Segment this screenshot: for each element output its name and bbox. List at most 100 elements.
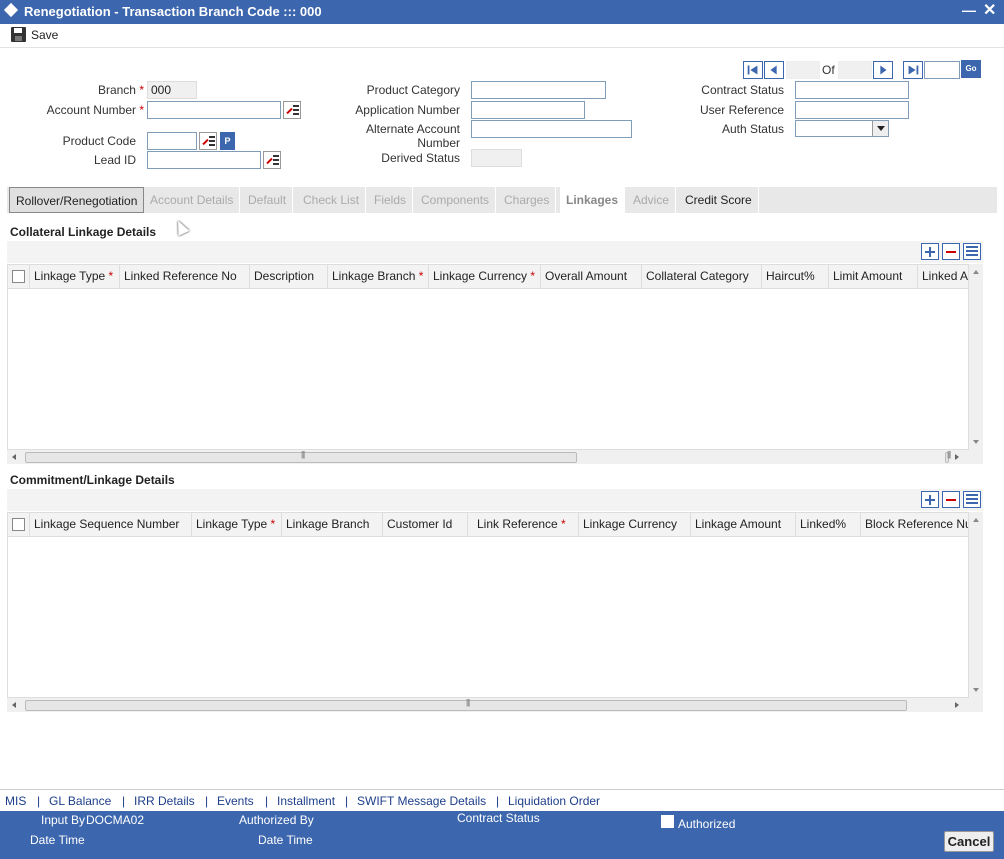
- commitment-col-customer-id[interactable]: Customer Id: [383, 513, 468, 537]
- collateral-delete-row-icon[interactable]: [942, 243, 960, 260]
- scroll-down-icon[interactable]: [973, 688, 979, 692]
- collateral-col-limit-amount[interactable]: Limit Amount: [829, 265, 918, 289]
- product-category-field[interactable]: [471, 81, 606, 99]
- scroll-right-icon[interactable]: [955, 702, 959, 708]
- collateral-col-description[interactable]: Description: [250, 265, 328, 289]
- goto-record-field[interactable]: [924, 61, 960, 79]
- link-irr-details[interactable]: IRR Details: [134, 794, 195, 808]
- link-installment[interactable]: Installment: [277, 794, 335, 808]
- commitment-col-linkage-sequence-number[interactable]: Linkage Sequence Number: [30, 513, 192, 537]
- branch-label: Branch: [60, 83, 144, 97]
- link-separator: |: [496, 794, 500, 808]
- account-number-field[interactable]: [147, 101, 281, 119]
- tab-components[interactable]: Components: [415, 187, 497, 213]
- collateral-col-linked-reference-no[interactable]: Linked Reference No: [120, 265, 250, 289]
- product-code-lookup-icon[interactable]: [199, 132, 217, 150]
- tab-default[interactable]: Default: [242, 187, 294, 213]
- chevron-down-icon[interactable]: [872, 121, 888, 136]
- audit-footer: Input By DOCMA02 Date Time Authorized By…: [0, 811, 1004, 859]
- previous-record-button[interactable]: [764, 61, 784, 79]
- product-category-label: Product Category: [366, 83, 460, 97]
- commitment-single-view-icon[interactable]: [963, 491, 981, 508]
- lead-id-label: Lead ID: [93, 153, 136, 167]
- derived-status-field: [471, 149, 522, 167]
- commitment-select-all-checkbox[interactable]: [12, 518, 25, 531]
- tab-account-details[interactable]: Account Details: [144, 187, 241, 213]
- collateral-col-collateral-category[interactable]: Collateral Category: [642, 265, 762, 289]
- commitment-add-row-icon[interactable]: [921, 491, 939, 508]
- contract-status-field[interactable]: [795, 81, 909, 99]
- collateral-select-all-checkbox[interactable]: [12, 270, 25, 283]
- collateral-horizontal-scrollbar[interactable]: [7, 450, 983, 464]
- product-code-field[interactable]: [147, 132, 197, 150]
- collateral-single-view-icon[interactable]: [963, 243, 981, 260]
- lead-id-lookup-icon[interactable]: [263, 151, 281, 169]
- auth-status-select[interactable]: [795, 120, 889, 137]
- tab-rollover-renegotiation[interactable]: Rollover/Renegotiation: [9, 187, 145, 213]
- commitment-grid-toolbar: [7, 489, 983, 511]
- link-swift-message-details[interactable]: SWIFT Message Details: [357, 794, 486, 808]
- commitment-col-linkage-amount[interactable]: Linkage Amount: [691, 513, 796, 537]
- branch-field[interactable]: 000: [147, 81, 197, 99]
- minimize-icon[interactable]: —: [962, 2, 976, 18]
- commitment-horizontal-scrollbar[interactable]: [7, 698, 983, 712]
- commitment-col-linkage-type[interactable]: Linkage Type: [192, 513, 282, 537]
- next-record-button[interactable]: [873, 61, 893, 79]
- commitment-delete-row-icon[interactable]: [942, 491, 960, 508]
- scroll-up-icon[interactable]: [973, 270, 979, 274]
- date-time-label: Date Time: [30, 833, 85, 847]
- commitment-col-linked-percent[interactable]: Linked%: [796, 513, 861, 537]
- scroll-right-icon[interactable]: [955, 454, 959, 460]
- cancel-button[interactable]: Cancel: [944, 831, 994, 852]
- commitment-scroll-thumb[interactable]: [25, 698, 907, 711]
- app-diamond-icon: [3, 2, 19, 18]
- authorized-checkbox[interactable]: [661, 815, 674, 828]
- scroll-down-icon[interactable]: [973, 440, 979, 444]
- collateral-col-linkage-branch[interactable]: Linkage Branch: [328, 265, 429, 289]
- commitment-col-link-reference[interactable]: Link Reference: [473, 513, 579, 537]
- commitment-col-block-reference-number[interactable]: Block Reference Nu: [861, 513, 968, 537]
- tab-credit-score[interactable]: Credit Score: [679, 187, 759, 213]
- collateral-col-linkage-currency[interactable]: Linkage Currency: [429, 265, 541, 289]
- commitment-col-linkage-currency[interactable]: Linkage Currency: [579, 513, 691, 537]
- collateral-add-row-icon[interactable]: [921, 243, 939, 260]
- scroll-up-icon[interactable]: [973, 518, 979, 522]
- collateral-scroll-thumb[interactable]: [25, 450, 577, 463]
- auth-date-time-label: Date Time: [258, 833, 313, 847]
- go-button[interactable]: Go: [961, 60, 981, 78]
- link-gl-balance[interactable]: GL Balance: [49, 794, 111, 808]
- link-events[interactable]: Events: [217, 794, 254, 808]
- collateral-col-linked-amount[interactable]: Linked A: [918, 265, 968, 289]
- collateral-col-overall-amount[interactable]: Overall Amount: [541, 265, 642, 289]
- account-number-lookup-icon[interactable]: [283, 101, 301, 119]
- link-liquidation-order[interactable]: Liquidation Order: [508, 794, 600, 808]
- last-record-button[interactable]: [903, 61, 923, 79]
- collateral-grid-header: Linkage Type Linked Reference No Descrip…: [8, 265, 968, 289]
- current-record-field[interactable]: [786, 61, 820, 79]
- scroll-left-icon[interactable]: [12, 454, 16, 460]
- commitment-col-linkage-branch[interactable]: Linkage Branch: [282, 513, 383, 537]
- tab-fields[interactable]: Fields: [368, 187, 414, 213]
- collateral-col-linkage-type[interactable]: Linkage Type: [30, 265, 120, 289]
- first-record-button[interactable]: [743, 61, 763, 79]
- tab-advice[interactable]: Advice: [627, 187, 677, 213]
- tab-check-list[interactable]: Check List: [297, 187, 367, 213]
- link-separator: |: [122, 794, 126, 808]
- collateral-vertical-scrollbar[interactable]: [969, 264, 983, 450]
- product-code-p-button[interactable]: P: [220, 132, 235, 150]
- link-separator: |: [205, 794, 209, 808]
- scroll-left-icon[interactable]: [12, 702, 16, 708]
- tab-charges[interactable]: Charges: [498, 187, 557, 213]
- collateral-col-haircut[interactable]: Haircut%: [762, 265, 829, 289]
- user-reference-field[interactable]: [795, 101, 909, 119]
- application-number-field[interactable]: [471, 101, 585, 119]
- window-title: Renegotiation - Transaction Branch Code …: [24, 4, 322, 19]
- save-icon[interactable]: [11, 27, 26, 42]
- lead-id-field[interactable]: [147, 151, 261, 169]
- alternate-account-field[interactable]: [471, 120, 632, 138]
- commitment-vertical-scrollbar[interactable]: [969, 512, 983, 698]
- tab-linkages[interactable]: Linkages: [560, 187, 626, 213]
- link-mis[interactable]: MIS: [5, 794, 26, 808]
- close-icon[interactable]: ✕: [983, 0, 996, 20]
- save-button[interactable]: Save: [31, 28, 58, 42]
